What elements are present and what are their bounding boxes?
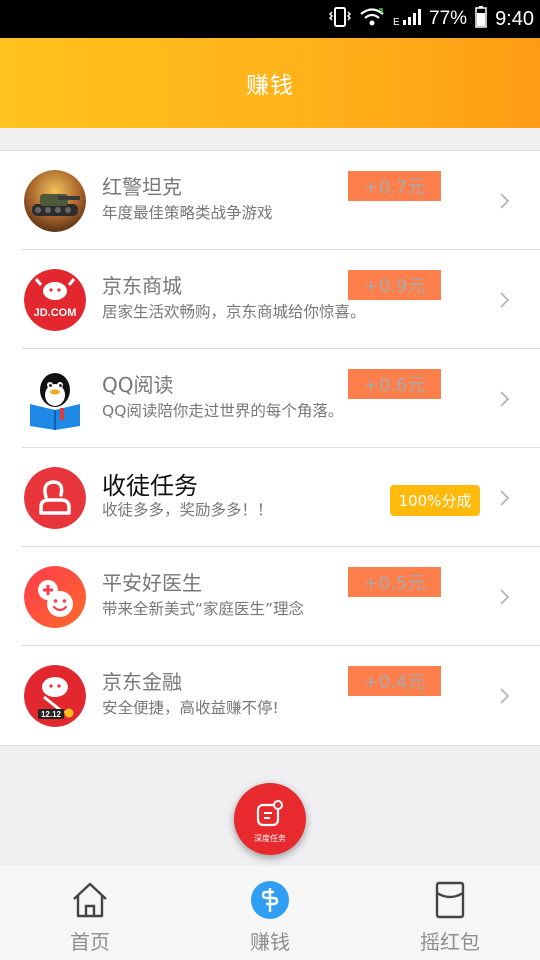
reward-badge: +0.7元 <box>348 171 441 201</box>
task-icon <box>256 799 284 833</box>
reward-badge: +0.6元 <box>348 369 441 399</box>
svg-text:12.12: 12.12 <box>41 710 62 719</box>
tab-label: 赚钱 <box>250 930 290 954</box>
red-packet-icon <box>430 880 470 920</box>
task-list: 红警坦克 年度最佳策略类战争游戏 +0.7元 JD.COM 京东商城 居家生活欢… <box>0 150 540 746</box>
task-row-tank[interactable]: 红警坦克 年度最佳策略类战争游戏 +0.7元 <box>0 151 540 250</box>
task-title: 收徒任务 <box>102 472 198 500</box>
tank-game-icon <box>24 170 86 232</box>
tab-earn[interactable]: 赚钱 <box>180 866 360 960</box>
tab-red-packet[interactable]: 摇红包 <box>360 866 540 960</box>
task-title: 红警坦克 <box>102 175 182 199</box>
task-title: 京东金融 <box>102 670 182 694</box>
chevron-right-icon <box>498 488 512 508</box>
jd-mall-icon: JD.COM <box>24 269 86 331</box>
signal-icon: E <box>393 7 422 31</box>
task-row-recruit[interactable]: 收徒任务 收徒多多，奖励多多！！ 100%分成 <box>0 448 540 547</box>
qq-reader-icon <box>24 368 86 430</box>
money-icon <box>250 880 290 920</box>
app-header: 赚钱 <box>0 38 540 128</box>
pingan-doctor-icon <box>24 566 86 628</box>
home-icon <box>70 880 110 920</box>
tab-label: 首页 <box>70 930 110 954</box>
share-badge: 100%分成 <box>390 485 480 516</box>
task-desc: 安全便捷，高收益赚不停! <box>102 699 279 717</box>
clock: 9:40 <box>495 7 534 30</box>
task-row-qq-reader[interactable]: QQ阅读 QQ阅读陪你走过世界的每个角落。 +0.6元 <box>0 349 540 448</box>
task-title: QQ阅读 <box>102 373 174 397</box>
chevron-right-icon <box>498 290 512 310</box>
chevron-right-icon <box>498 389 512 409</box>
chevron-right-icon <box>498 686 512 706</box>
svg-text:JD.COM: JD.COM <box>34 307 77 319</box>
tab-home[interactable]: 首页 <box>0 866 180 960</box>
fab-label: 深度任务 <box>254 834 286 843</box>
task-desc: QQ阅读陪你走过世界的每个角落。 <box>102 402 344 420</box>
task-row-jd-mall[interactable]: JD.COM 京东商城 居家生活欢畅购，京东商城给你惊喜。 +0.9元 <box>0 250 540 349</box>
status-bar: E 77% 9:40 <box>0 0 540 38</box>
tab-label: 摇红包 <box>420 930 480 954</box>
reward-badge: +0.9元 <box>348 270 441 300</box>
chevron-right-icon <box>498 191 512 211</box>
page-title: 赚钱 <box>246 73 294 99</box>
task-desc: 带来全新美式“家庭医生”理念 <box>102 600 305 618</box>
jd-finance-icon: 12.12 <box>24 665 86 727</box>
chevron-right-icon <box>498 587 512 607</box>
task-row-jd-finance[interactable]: 12.12 京东金融 安全便捷，高收益赚不停! +0.4元 <box>0 646 540 745</box>
battery-percent: 77% <box>429 8 468 29</box>
recruit-user-icon <box>24 467 86 529</box>
reward-badge: +0.5元 <box>348 567 441 597</box>
reward-badge: +0.4元 <box>348 666 441 696</box>
task-desc: 年度最佳策略类战争游戏 <box>102 204 273 222</box>
task-title: 京东商城 <box>102 274 182 298</box>
bottom-tab-bar: 首页 赚钱 摇红包 <box>0 866 540 960</box>
wifi-icon <box>359 7 385 31</box>
task-title: 平安好医生 <box>102 571 202 595</box>
deep-task-button[interactable]: 深度任务 <box>234 783 306 855</box>
vibrate-icon <box>328 7 352 31</box>
task-desc: 收徒多多，奖励多多！！ <box>102 501 273 519</box>
task-row-pingan-doctor[interactable]: 平安好医生 带来全新美式“家庭医生”理念 +0.5元 <box>0 547 540 646</box>
battery-icon <box>475 6 487 32</box>
svg-text:E: E <box>393 17 400 27</box>
task-desc: 居家生活欢畅购，京东商城给你惊喜。 <box>102 303 366 321</box>
